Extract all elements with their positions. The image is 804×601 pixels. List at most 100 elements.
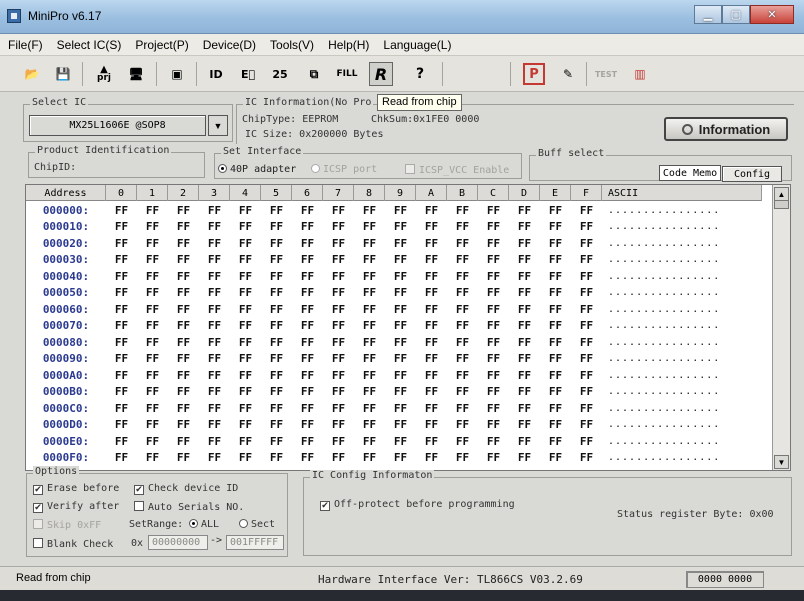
- hex-cell[interactable]: FF: [416, 435, 447, 448]
- hex-cell[interactable]: FF: [137, 385, 168, 398]
- ascii-cell[interactable]: ................: [602, 403, 762, 414]
- hex-cell[interactable]: FF: [478, 253, 509, 266]
- ic-select-button[interactable]: ▣: [165, 62, 189, 86]
- ic-dropdown-button[interactable]: ▼: [208, 115, 228, 136]
- hex-cell[interactable]: FF: [323, 451, 354, 464]
- hex-cell[interactable]: FF: [168, 336, 199, 349]
- hex-cell[interactable]: FF: [509, 220, 540, 233]
- hex-buffer-grid[interactable]: Address 0123456789ABCDEF ASCII 000000: FF…: [25, 184, 791, 471]
- hex-cell[interactable]: FF: [261, 270, 292, 283]
- hex-cell[interactable]: FF: [478, 402, 509, 415]
- hex-cell[interactable]: FF: [106, 319, 137, 332]
- hex-cell[interactable]: FF: [323, 435, 354, 448]
- hex-cell[interactable]: FF: [478, 369, 509, 382]
- hex-cell[interactable]: FF: [323, 220, 354, 233]
- range-start-input[interactable]: 00000000: [148, 535, 208, 550]
- hex-cell[interactable]: FF: [261, 204, 292, 217]
- hex-cell[interactable]: FF: [385, 435, 416, 448]
- hex-cell[interactable]: FF: [447, 220, 478, 233]
- hex-cell[interactable]: FF: [323, 402, 354, 415]
- hex-cell[interactable]: FF: [106, 204, 137, 217]
- hex-cell[interactable]: FF: [230, 369, 261, 382]
- information-button[interactable]: Information: [664, 117, 788, 141]
- hex-cell[interactable]: FF: [292, 204, 323, 217]
- hex-cell[interactable]: FF: [168, 435, 199, 448]
- hex-cell[interactable]: FF: [137, 369, 168, 382]
- hex-cell[interactable]: FF: [354, 451, 385, 464]
- hex-cell[interactable]: FF: [230, 319, 261, 332]
- hex-cell[interactable]: FF: [416, 286, 447, 299]
- hex-cell[interactable]: FF: [385, 451, 416, 464]
- hex-cell[interactable]: FF: [199, 369, 230, 382]
- hex-cell[interactable]: FF: [106, 435, 137, 448]
- hex-cell[interactable]: FF: [261, 286, 292, 299]
- hex-cell[interactable]: FF: [199, 336, 230, 349]
- read-from-chip-button[interactable]: R: [369, 62, 393, 86]
- ascii-cell[interactable]: ................: [602, 320, 762, 331]
- hex-cell[interactable]: FF: [571, 369, 602, 382]
- menu-language[interactable]: Language(L): [383, 38, 451, 52]
- hex-cell[interactable]: FF: [354, 435, 385, 448]
- hex-cell[interactable]: FF: [571, 253, 602, 266]
- ascii-cell[interactable]: ................: [602, 287, 762, 298]
- hex-cell[interactable]: FF: [199, 204, 230, 217]
- hex-cell[interactable]: FF: [354, 220, 385, 233]
- hex-cell[interactable]: FF: [354, 385, 385, 398]
- hex-cell[interactable]: FF: [509, 204, 540, 217]
- hex-cell[interactable]: FF: [509, 435, 540, 448]
- hex-cell[interactable]: FF: [168, 204, 199, 217]
- hex-cell[interactable]: FF: [292, 451, 323, 464]
- hex-cell[interactable]: FF: [571, 270, 602, 283]
- hex-cell[interactable]: FF: [385, 402, 416, 415]
- hex-cell[interactable]: FF: [292, 270, 323, 283]
- hex-cell[interactable]: FF: [385, 369, 416, 382]
- hex-cell[interactable]: FF: [571, 336, 602, 349]
- grid-vertical-scrollbar[interactable]: ▲ ▼: [772, 185, 790, 470]
- test-button[interactable]: TEST: [594, 62, 618, 86]
- hex-cell[interactable]: FF: [447, 237, 478, 250]
- hex-cell[interactable]: FF: [571, 352, 602, 365]
- range-sect-radio[interactable]: Sect: [239, 519, 275, 530]
- hex-cell[interactable]: FF: [447, 435, 478, 448]
- hex-cell[interactable]: FF: [261, 253, 292, 266]
- hex-cell[interactable]: FF: [199, 435, 230, 448]
- hex-cell[interactable]: FF: [137, 336, 168, 349]
- menu-help[interactable]: Help(H): [328, 38, 369, 52]
- hex-cell[interactable]: FF: [261, 352, 292, 365]
- hex-cell[interactable]: FF: [106, 253, 137, 266]
- ascii-cell[interactable]: ................: [602, 436, 762, 447]
- hex-cell[interactable]: FF: [354, 336, 385, 349]
- hex-cell[interactable]: FF: [199, 451, 230, 464]
- hex-cell[interactable]: FF: [199, 253, 230, 266]
- hex-cell[interactable]: FF: [137, 418, 168, 431]
- hex-cell[interactable]: FF: [571, 418, 602, 431]
- hex-cell[interactable]: FF: [230, 451, 261, 464]
- ascii-cell[interactable]: ................: [602, 452, 762, 463]
- hex-cell[interactable]: FF: [106, 418, 137, 431]
- hex-cell[interactable]: FF: [354, 319, 385, 332]
- hex-cell[interactable]: FF: [447, 385, 478, 398]
- menu-device[interactable]: Device(D): [203, 38, 256, 52]
- hex-cell[interactable]: FF: [106, 270, 137, 283]
- save-file-button[interactable]: 💾: [51, 62, 75, 86]
- hex-cell[interactable]: FF: [416, 237, 447, 250]
- hex-cell[interactable]: FF: [106, 220, 137, 233]
- hex-cell[interactable]: FF: [509, 286, 540, 299]
- auto-serials-checkbox[interactable]: Auto Serials NO.: [134, 501, 244, 513]
- hex-cell[interactable]: FF: [478, 435, 509, 448]
- hex-cell[interactable]: FF: [540, 435, 571, 448]
- hex-cell[interactable]: FF: [137, 204, 168, 217]
- hex-cell[interactable]: FF: [323, 369, 354, 382]
- hex-cell[interactable]: FF: [509, 402, 540, 415]
- read-id-button[interactable]: ID: [204, 62, 228, 86]
- verify-button[interactable]: ⧉: [302, 62, 326, 86]
- hex-cell[interactable]: FF: [416, 336, 447, 349]
- hex-cell[interactable]: FF: [323, 336, 354, 349]
- hex-cell[interactable]: FF: [137, 270, 168, 283]
- hex-cell[interactable]: FF: [261, 369, 292, 382]
- hex-cell[interactable]: FF: [106, 336, 137, 349]
- hex-cell[interactable]: FF: [447, 451, 478, 464]
- hex-cell[interactable]: FF: [540, 451, 571, 464]
- hex-cell[interactable]: FF: [323, 303, 354, 316]
- hex-cell[interactable]: FF: [137, 451, 168, 464]
